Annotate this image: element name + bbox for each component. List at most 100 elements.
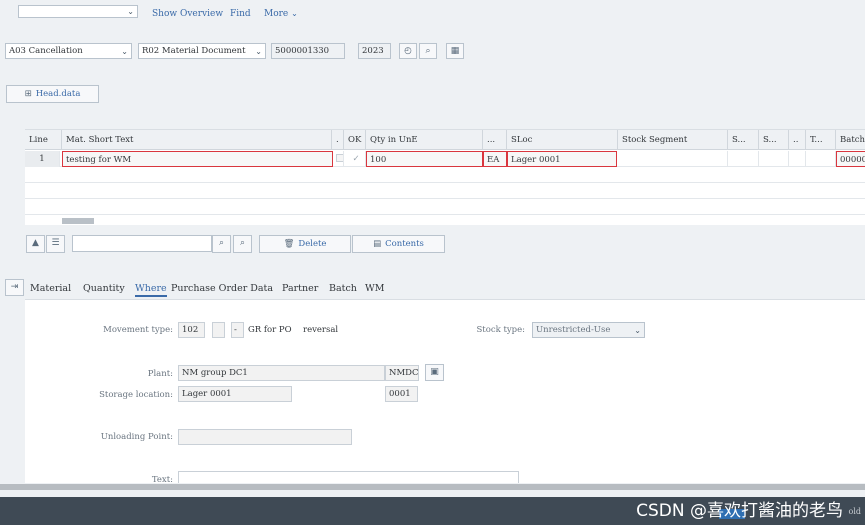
column-header-s1[interactable]: S... [728, 130, 759, 150]
column-header-s2[interactable]: S... [759, 130, 789, 150]
dots-cell [789, 151, 806, 167]
tab-material[interactable]: Material [30, 283, 71, 294]
plant-detail-icon[interactable]: ▣ [425, 364, 444, 381]
contents-button[interactable]: ▤ Contents [352, 235, 445, 253]
s1-cell [728, 151, 759, 167]
unloading-point-label: Unloading Point: [100, 432, 173, 442]
batch-cell[interactable]: 000000 [836, 151, 865, 167]
chevron-down-icon: ⌄ [291, 9, 298, 18]
panel-scrollbar[interactable] [0, 484, 865, 490]
ok-cell[interactable]: ✓ [344, 151, 366, 167]
year-value: 2023 [362, 46, 384, 56]
filter-icon[interactable]: ☰ [46, 235, 65, 253]
tab-partner[interactable]: Partner [282, 283, 318, 294]
movement-type-spacer-field [212, 322, 225, 338]
qty-cell[interactable]: 100 [366, 151, 483, 167]
variant-dropdown[interactable]: ⌄ [18, 5, 138, 18]
table-search-input[interactable] [72, 235, 212, 252]
column-header-line[interactable]: Line [25, 130, 62, 150]
reference-value: R02 Material Document [142, 46, 246, 56]
delete-label: Delete [298, 239, 327, 249]
column-header-dot[interactable]: . [332, 130, 344, 150]
storage-location-code-field[interactable]: 0001 [385, 386, 418, 402]
tab-batch[interactable]: Batch [329, 283, 357, 294]
document-number-value: 5000001330 [275, 46, 330, 56]
action-dropdown[interactable]: A03 Cancellation ⌄ [5, 43, 132, 59]
action-value: A03 Cancellation [9, 46, 83, 56]
history-icon[interactable]: ◴ [399, 43, 417, 59]
head-data-label: Head.data [35, 89, 81, 99]
column-header-stock-segment[interactable]: Stock Segment [618, 130, 728, 150]
tab-purchase-order-data[interactable]: Purchase Order Data [171, 283, 273, 294]
chevron-down-icon: ⌄ [634, 326, 641, 335]
reference-dropdown[interactable]: R02 Material Document ⌄ [138, 43, 266, 59]
mat-short-text-cell[interactable]: testing for WM [62, 151, 333, 167]
movement-type-text: GR for PO [248, 325, 292, 335]
sloc-cell[interactable]: Lager 0001 [507, 151, 617, 167]
t-cell [806, 151, 836, 167]
search-icon[interactable]: ⌕ [419, 43, 437, 59]
expand-icon: ⊞ [24, 89, 32, 99]
movement-type-sign-field: - [231, 322, 244, 338]
stock-type-label: Stock type: [476, 325, 525, 335]
unit-cell[interactable]: EA [483, 151, 507, 167]
items-table: Line Mat. Short Text . OK Qty in UnE ...… [25, 129, 865, 225]
stock-segment-cell [618, 151, 728, 167]
collapse-icon[interactable]: ▲ [26, 235, 45, 253]
detail-toggle-icon[interactable]: ⇥ [5, 279, 24, 296]
contents-label: Contents [385, 239, 424, 249]
head-data-button[interactable]: ⊞ Head.data [6, 85, 99, 103]
movement-type-field[interactable]: 102 [178, 322, 205, 338]
column-header-ok[interactable]: OK [344, 130, 366, 150]
hold-label[interactable]: old [849, 507, 862, 516]
year-field[interactable]: 2023 [358, 43, 391, 59]
find-link[interactable]: Find [230, 9, 251, 19]
storage-location-name-field[interactable]: Lager 0001 [178, 386, 292, 402]
column-header-sloc[interactable]: SLoc [507, 130, 618, 150]
horizontal-scrollbar[interactable] [62, 218, 94, 224]
chevron-down-icon: ⌄ [121, 47, 128, 56]
s2-cell [759, 151, 789, 167]
column-header-dots[interactable]: .. [789, 130, 806, 150]
tab-where[interactable]: Where [135, 283, 167, 297]
table-row[interactable] [25, 167, 865, 183]
show-overview-link[interactable]: Show Overview [152, 9, 223, 19]
page: { "top": { "variant_dropdown_value": "",… [0, 0, 865, 525]
column-header-unit[interactable]: ... [483, 130, 507, 150]
list-icon[interactable]: ▦ [446, 43, 464, 59]
plant-code-field[interactable]: NMDC [385, 365, 419, 381]
tab-quantity[interactable]: Quantity [83, 283, 125, 294]
stock-type-dropdown[interactable]: Unrestricted-Use ⌄ [532, 322, 645, 338]
column-header-qty[interactable]: Qty in UnE [366, 130, 483, 150]
table-row[interactable]: 1 testing for WM ✓ 100 EA Lager 0001 000… [25, 151, 865, 167]
column-header-mat-short-text[interactable]: Mat. Short Text [62, 130, 332, 150]
stock-type-value: Unrestricted-Use [536, 325, 611, 335]
delete-button[interactable]: 🗑 Delete [259, 235, 351, 253]
contents-icon: ▤ [373, 239, 382, 249]
storage-location-label: Storage location: [99, 390, 173, 400]
plant-name-field[interactable]: NM group DC1 [178, 365, 385, 381]
line-cell: 1 [25, 151, 60, 167]
more-menu[interactable]: More ⌄ [264, 9, 298, 19]
document-number-field[interactable]: 5000001330 [271, 43, 345, 59]
column-header-batch[interactable]: Batch [836, 130, 865, 150]
text-field[interactable] [178, 471, 519, 483]
unloading-point-field[interactable] [178, 429, 352, 445]
plant-label: Plant: [147, 369, 173, 379]
movement-type-text-2: reversal [303, 325, 339, 335]
search-icon[interactable]: ⌕ [212, 235, 231, 253]
tab-wm[interactable]: WM [365, 283, 385, 294]
trash-icon: 🗑 [283, 239, 295, 249]
column-header-t[interactable]: T... [806, 130, 836, 150]
search-next-icon[interactable]: ⌕ [233, 235, 252, 253]
checkbox[interactable] [336, 154, 343, 162]
table-row[interactable] [25, 199, 865, 215]
where-panel: Movement type: 102 - GR for PO reversal … [25, 299, 865, 483]
ok-check-icon: ✓ [352, 154, 360, 164]
chevron-down-icon: ⌄ [127, 7, 134, 16]
movement-type-label: Movement type: [103, 325, 173, 335]
table-row[interactable] [25, 183, 865, 199]
more-label: More [264, 9, 289, 19]
text-label: Text: [151, 475, 173, 483]
watermark: CSDN @喜欢打酱油的老鸟 [636, 501, 843, 521]
